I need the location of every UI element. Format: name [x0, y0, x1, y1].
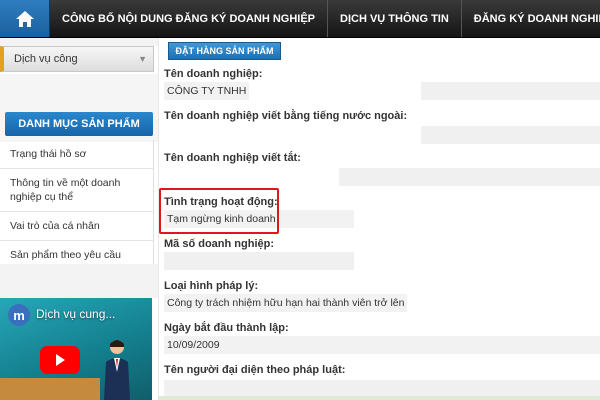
- field-value: Công ty trách nhiệm hữu hạn hai thành vi…: [164, 294, 408, 312]
- field-label: Mã số doanh nghiệp:: [164, 238, 274, 250]
- field-legal-representative: Tên người đại diện theo pháp luật:: [159, 362, 600, 398]
- dropdown-label: Dịch vụ công: [14, 53, 78, 65]
- sidebar-gray-block: [0, 264, 158, 298]
- field-value: 10/09/2009: [164, 336, 600, 354]
- field-legal-type: Loại hình pháp lý: Công ty trách nhiệm h…: [159, 278, 600, 314]
- field-value-blank: [339, 168, 600, 186]
- product-category-menu: Trạng thái hồ sơ Thông tin về một doanh …: [0, 140, 154, 270]
- field-value: CÔNG TY TNHH: [164, 82, 250, 100]
- home-button[interactable]: [0, 0, 50, 37]
- sidebar-item-vai-tro-ca-nhan[interactable]: Vai trò của cá nhân: [0, 212, 153, 241]
- video-title: Dịch vụ cung...: [36, 307, 116, 321]
- field-foreign-name: Tên doanh nghiệp viết bằng tiếng nước ng…: [159, 108, 600, 144]
- field-value-blank: [421, 126, 600, 144]
- top-nav-bar: CÔNG BỐ NỘI DUNG ĐĂNG KÝ DOANH NGHIỆP DỊ…: [0, 0, 600, 38]
- field-value-blank: [421, 82, 600, 100]
- person-illustration-icon: [104, 340, 130, 400]
- field-label: Loại hình pháp lý:: [164, 280, 259, 292]
- bottom-strip: [158, 396, 600, 400]
- home-icon: [15, 11, 34, 27]
- field-short-name: Tên doanh nghiệp viết tắt:: [159, 150, 600, 186]
- play-icon[interactable]: [40, 346, 80, 374]
- video-thumbnail[interactable]: m Dịch vụ cung...: [0, 298, 152, 400]
- nav-cong-bo[interactable]: CÔNG BỐ NỘI DUNG ĐĂNG KÝ DOANH NGHIỆP: [50, 0, 329, 37]
- field-enterprise-code: Mã số doanh nghiệp:: [159, 236, 600, 272]
- field-label: Tên người đại diện theo pháp luật:: [164, 364, 346, 376]
- sidebar-item-thong-tin-doanh-nghiep[interactable]: Thông tin về một doanh nghiệp cụ thể: [0, 169, 153, 212]
- field-founding-date: Ngày bắt đầu thành lập: 10/09/2009: [159, 320, 600, 356]
- order-product-button[interactable]: ĐẶT HÀNG SẢN PHẨM: [168, 42, 281, 60]
- field-label: Ngày bắt đầu thành lập:: [164, 322, 289, 334]
- field-label: Tên doanh nghiệp viết bằng tiếng nước ng…: [164, 110, 408, 122]
- field-company-name: Tên doanh nghiệp: CÔNG TY TNHH: [159, 66, 600, 102]
- sidebar-top-strip: [0, 38, 158, 46]
- triangle-down-icon: ▼: [138, 54, 147, 64]
- field-value-blank: [164, 252, 354, 270]
- main-content: ĐẶT HÀNG SẢN PHẨM Tên doanh nghiệp: CÔNG…: [158, 38, 600, 400]
- sidebar: Dịch vụ công ▼ DANH MỤC SẢN PHẨM Trạng t…: [0, 38, 158, 400]
- nav-dang-ky-qua-mang[interactable]: ĐĂNG KÝ DOANH NGHIỆP QUA MẠNG ĐIỆ: [462, 0, 600, 37]
- video-desk-shape: [0, 378, 100, 400]
- sidebar-item-trang-thai-ho-so[interactable]: Trạng thái hồ sơ: [0, 140, 153, 169]
- field-label: Tên doanh nghiệp:: [164, 68, 263, 80]
- channel-avatar: m: [8, 304, 30, 326]
- product-category-header: DANH MỤC SẢN PHẨM: [5, 112, 153, 136]
- field-label: Tên doanh nghiệp viết tắt:: [164, 152, 301, 164]
- nav-dich-vu-thong-tin[interactable]: DỊCH VỤ THÔNG TIN: [328, 0, 462, 37]
- dich-vu-cong-dropdown[interactable]: Dịch vụ công ▼: [0, 46, 154, 72]
- status-highlight-box: [159, 188, 279, 234]
